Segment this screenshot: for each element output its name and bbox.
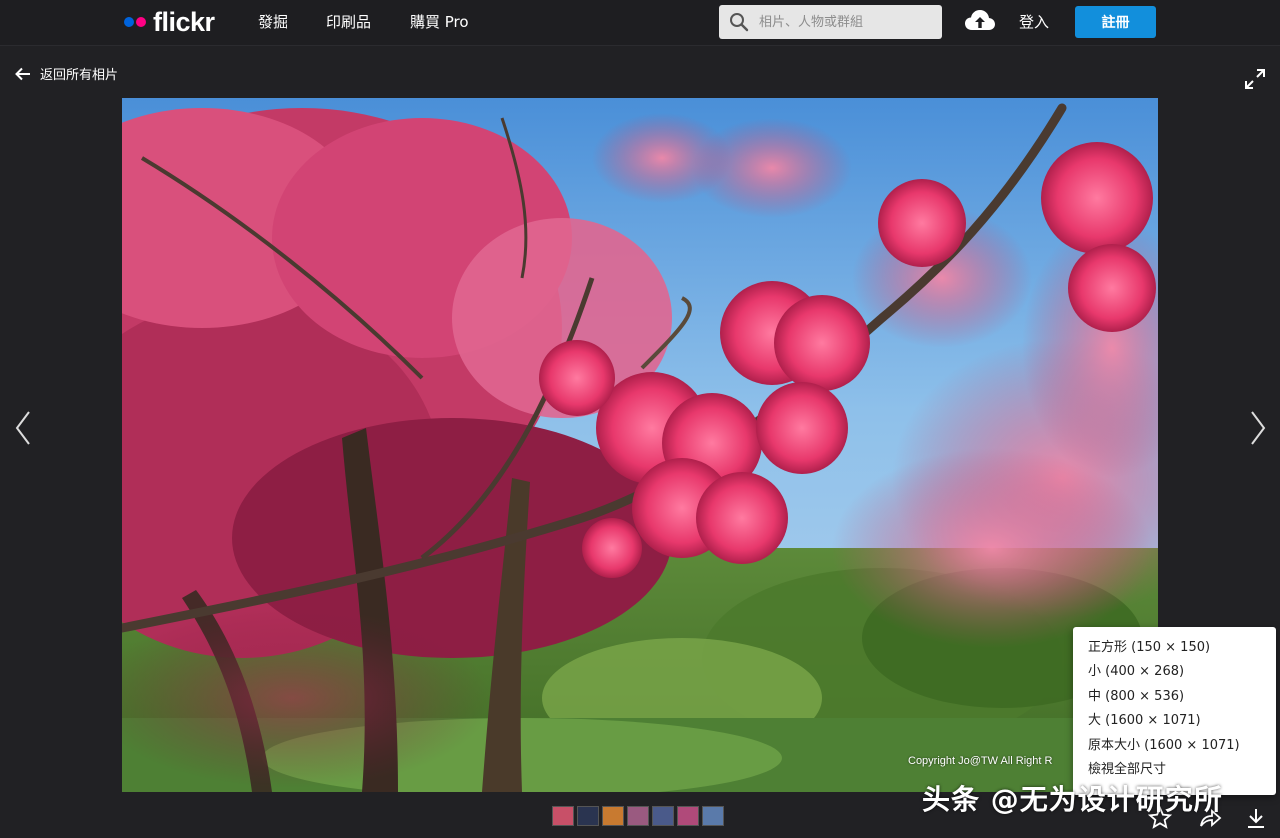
login-link[interactable]: 登入 xyxy=(1019,13,1049,31)
download-icon[interactable] xyxy=(1244,806,1268,830)
main-photo[interactable] xyxy=(122,98,1158,792)
search-input[interactable] xyxy=(757,13,937,31)
cherry-blossom-photo xyxy=(122,98,1158,792)
photo-filmstrip xyxy=(552,806,724,826)
next-photo-arrow-icon[interactable] xyxy=(1249,410,1267,446)
filmstrip-thumbnail[interactable] xyxy=(602,806,624,826)
flickr-logo[interactable]: flickr xyxy=(124,8,215,36)
filmstrip-thumbnail[interactable] xyxy=(702,806,724,826)
filmstrip-thumbnail[interactable] xyxy=(577,806,599,826)
filmstrip-thumbnail[interactable] xyxy=(552,806,574,826)
back-label: 返回所有相片 xyxy=(40,68,119,83)
download-option-original[interactable]: 原本大小 (1600 × 1071) xyxy=(1073,735,1276,759)
nav-explore[interactable]: 發掘 xyxy=(258,13,288,31)
search-box[interactable] xyxy=(719,5,942,39)
download-option-medium[interactable]: 中 (800 × 536) xyxy=(1073,686,1276,710)
filmstrip-thumbnail[interactable] xyxy=(627,806,649,826)
filmstrip-thumbnail[interactable] xyxy=(677,806,699,826)
logo-text: flickr xyxy=(153,7,215,37)
top-nav-bar: flickr 發掘 印刷品 購買 Pro 登入 註冊 xyxy=(0,0,1280,46)
fullscreen-icon[interactable] xyxy=(1244,68,1266,90)
nav-prints[interactable]: 印刷品 xyxy=(326,13,371,31)
download-option-large[interactable]: 大 (1600 × 1071) xyxy=(1073,710,1276,734)
logo-blue-dot xyxy=(124,17,134,27)
download-option-square[interactable]: 正方形 (150 × 150) xyxy=(1073,637,1276,661)
download-option-small[interactable]: 小 (400 × 268) xyxy=(1073,661,1276,685)
upload-cloud-icon[interactable] xyxy=(964,8,996,34)
watermark-text: 头条 @无为设计研究所 xyxy=(922,783,1223,816)
back-to-photos-link[interactable]: 返回所有相片 xyxy=(14,64,118,83)
arrow-left-icon xyxy=(15,67,30,80)
nav-get-pro[interactable]: 購買 Pro xyxy=(410,13,469,31)
logo-pink-dot xyxy=(136,17,146,27)
search-icon xyxy=(730,13,749,32)
previous-photo-arrow-icon[interactable] xyxy=(14,410,32,446)
download-size-menu: 正方形 (150 × 150) 小 (400 × 268) 中 (800 × 5… xyxy=(1073,627,1276,795)
filmstrip-thumbnail[interactable] xyxy=(652,806,674,826)
photo-copyright-text: Copyright Jo@TW All Right R xyxy=(908,755,1053,767)
signup-button[interactable]: 註冊 xyxy=(1075,6,1156,38)
